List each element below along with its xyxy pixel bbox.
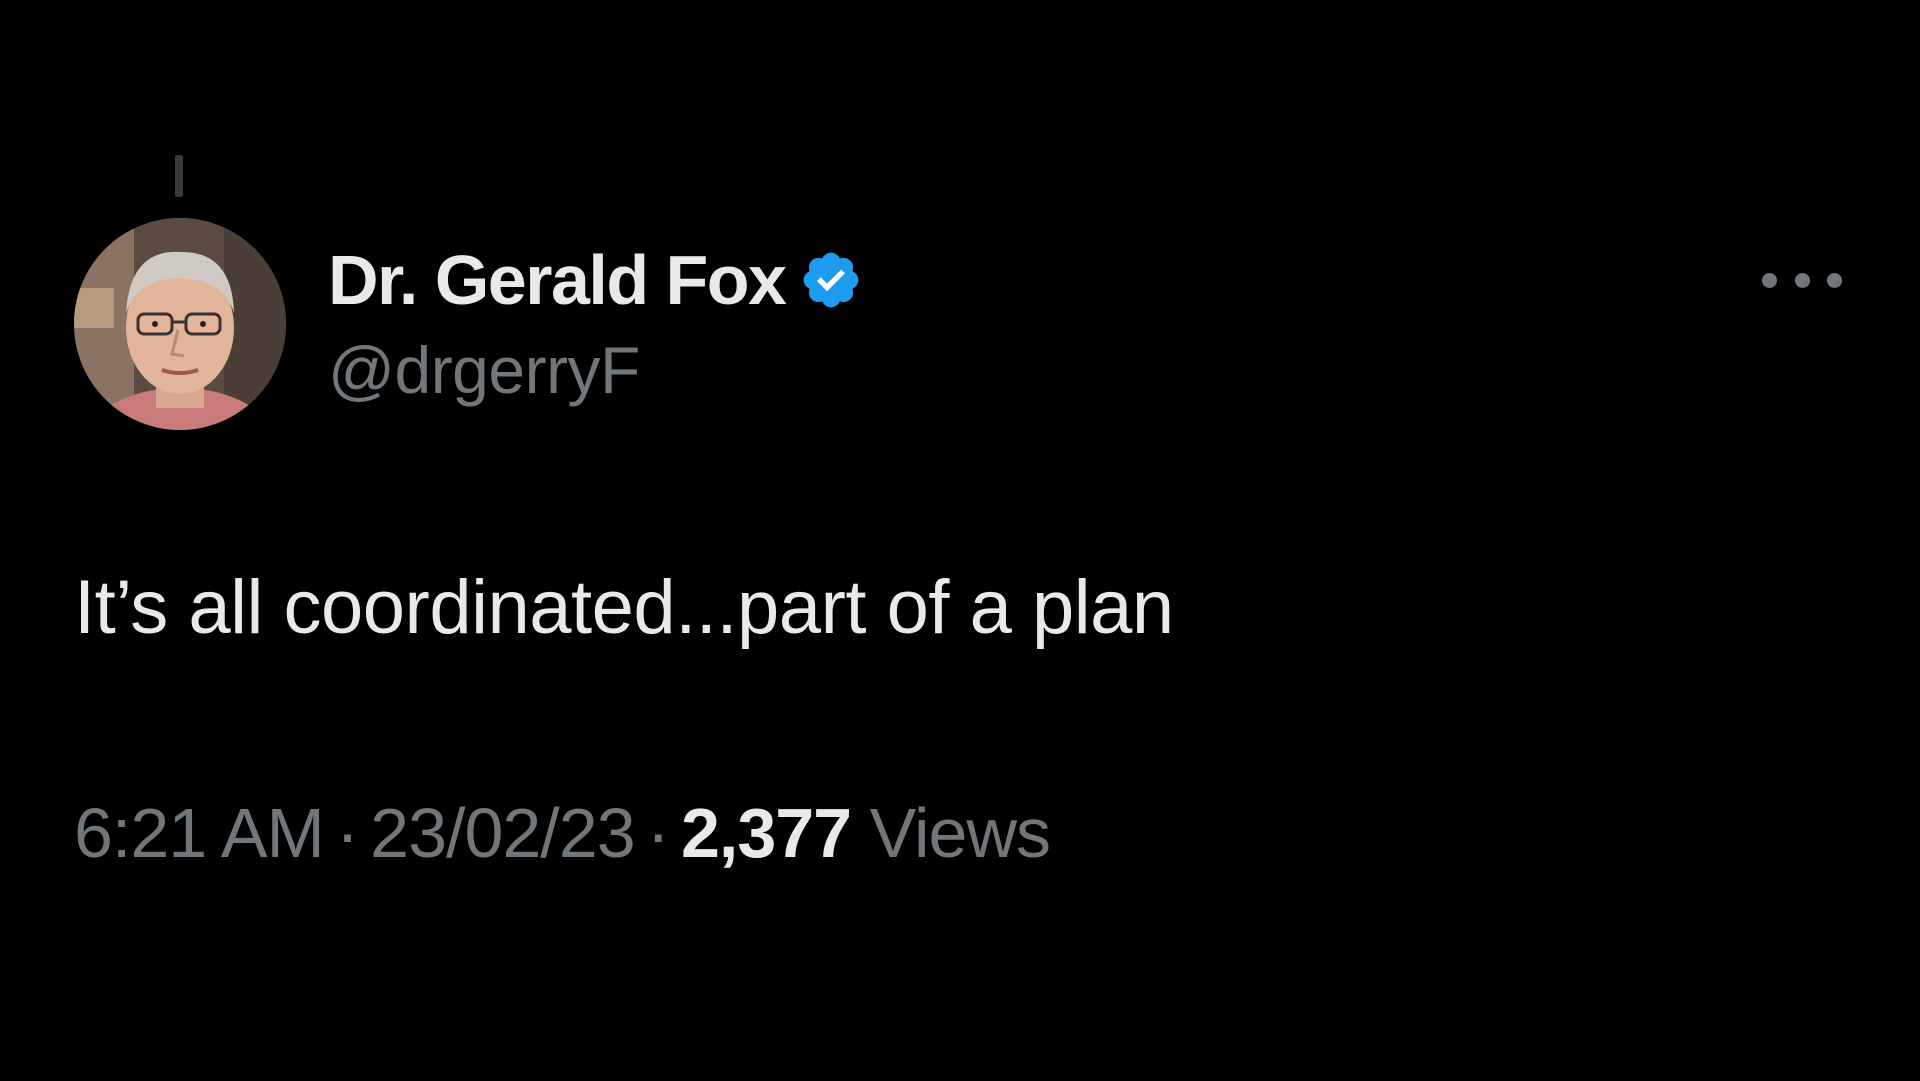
thread-connector-line <box>175 155 183 197</box>
more-horizontal-icon <box>1827 272 1842 288</box>
verified-badge-icon <box>799 248 863 312</box>
tweet-date[interactable]: 23/02/23 <box>370 794 635 872</box>
views-count[interactable]: 2,377 <box>681 794 852 872</box>
tweet-card: Dr. Gerald Fox @drgerryF It’s all coordi… <box>0 0 1920 1081</box>
more-horizontal-icon <box>1794 272 1810 288</box>
author-name-row: Dr. Gerald Fox <box>328 240 863 320</box>
tweet-text: It’s all coordinated...part of a plan <box>74 565 1174 650</box>
meta-separator: · <box>646 794 670 872</box>
tweet-metadata: 6:21 AM · 23/02/23 · 2,377 Views <box>74 788 1051 878</box>
avatar[interactable] <box>74 218 286 430</box>
author-display-name[interactable]: Dr. Gerald Fox <box>328 240 787 320</box>
profile-photo-icon <box>74 218 286 430</box>
views-label: Views <box>869 794 1051 872</box>
more-options-button[interactable] <box>1762 260 1842 300</box>
views-label-gap <box>851 794 869 872</box>
more-horizontal-icon <box>1762 272 1777 288</box>
author-handle[interactable]: @drgerryF <box>328 330 640 410</box>
tweet-time[interactable]: 6:21 AM <box>74 794 325 872</box>
meta-separator: · <box>335 794 359 872</box>
